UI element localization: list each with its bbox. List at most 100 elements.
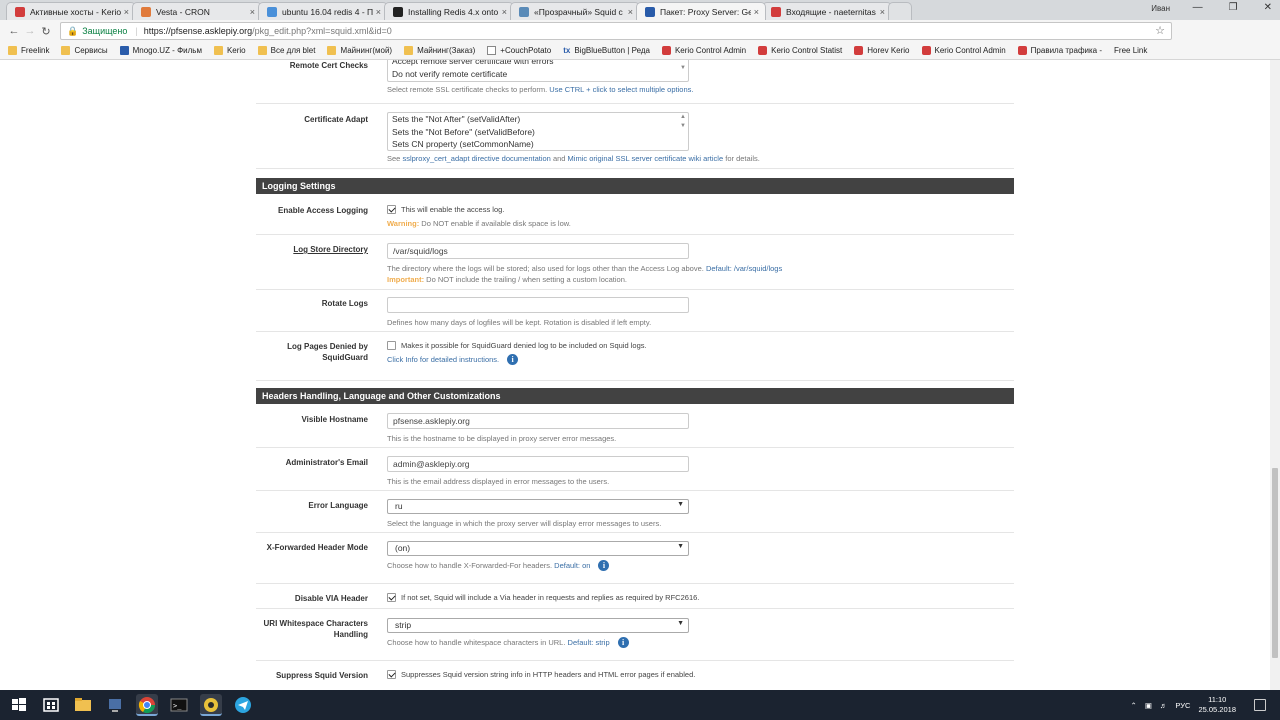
uri-default-link[interactable]: Default: strip (568, 638, 610, 647)
cert-adapt-help-mid: and (550, 154, 568, 163)
windows-start-icon[interactable] (8, 694, 30, 716)
bookmark-item[interactable]: Kerio Control Statist (758, 46, 842, 55)
tab-close-icon[interactable]: × (124, 7, 129, 17)
clock[interactable]: 11:10 25.05.2018 (1198, 695, 1236, 715)
network-icon[interactable]: ▣ (1145, 701, 1152, 710)
tab-close-icon[interactable]: × (754, 7, 759, 17)
uri-whitespace-row: URI Whitespace Characters Handling strip… (256, 609, 1014, 661)
app-icon[interactable] (104, 694, 126, 716)
tab-close-icon[interactable]: × (502, 7, 507, 17)
log-dir-input[interactable]: /var/squid/logs (387, 243, 689, 259)
listbox-option[interactable]: Do not verify remote certificate (392, 68, 684, 81)
tab-close-icon[interactable]: × (250, 7, 255, 17)
suppress-version-checkbox[interactable] (387, 670, 396, 679)
new-tab-button[interactable] (888, 2, 912, 20)
listbox-option[interactable]: Sets the "Not Before" (setValidBefore) (392, 126, 684, 139)
bookmark-label: Все для blet (270, 46, 316, 55)
error-language-help: Select the language in which the proxy s… (387, 519, 662, 528)
bookmark-item[interactable]: Майнинг(Заказ) (404, 46, 475, 55)
app-icon[interactable] (200, 694, 222, 716)
xff-default-link[interactable]: Default: on (554, 561, 590, 570)
scrollbar-thumb[interactable] (1272, 468, 1278, 658)
browser-tab[interactable]: Installing Redis 4.x onto × (384, 2, 514, 20)
bookmark-star-icon[interactable]: ☆ (1155, 24, 1165, 37)
bookmark-item[interactable]: Правила трафика - (1017, 46, 1102, 55)
bookmark-item[interactable]: Майнинг(мой) (327, 46, 392, 55)
bookmark-item[interactable]: Все для blet (257, 46, 316, 55)
browser-tab[interactable]: Активные хосты - Kerio × (6, 2, 136, 20)
bookmark-label: Freelink (21, 46, 50, 55)
tab-close-icon[interactable]: × (880, 7, 885, 17)
log-dir-row: Log Store Directory /var/squid/logs The … (256, 235, 1014, 290)
cert-adapt-wiki-link[interactable]: Mimic original SSL server certificate wi… (568, 154, 724, 163)
bookmark-item[interactable]: Kerio Control Admin (921, 46, 1006, 55)
tray-chevron-icon[interactable]: ⌃ (1131, 701, 1137, 710)
keyboard-language[interactable]: РУС (1175, 701, 1190, 710)
clock-time: 11:10 (1208, 695, 1227, 704)
browser-tab[interactable]: Vesta - CRON × (132, 2, 262, 20)
log-denied-checkbox[interactable] (387, 341, 396, 350)
bookmark-item[interactable]: Freelink (8, 46, 49, 55)
via-checkbox[interactable] (387, 593, 396, 602)
browser-tab[interactable]: Входящие - naeternitas × (762, 2, 892, 20)
remote-cert-listbox[interactable]: Accept remote server certificate with er… (387, 60, 689, 82)
page-scrollbar[interactable] (1270, 60, 1280, 690)
hostname-label: Visible Hostname (301, 415, 368, 424)
kerio-icon (1017, 46, 1027, 55)
uri-whitespace-select[interactable]: strip ▼ (387, 618, 689, 633)
browser-tab[interactable]: «Прозрачный» Squid с × (510, 2, 640, 20)
tab-close-icon[interactable]: × (628, 7, 633, 17)
cert-adapt-doc-link[interactable]: sslproxy_cert_adapt directive documentat… (402, 154, 550, 163)
listbox-scroll-icon[interactable]: ▲▼ (680, 60, 686, 73)
tab-favicon-icon (15, 6, 25, 17)
listbox-option[interactable]: Sets CN property (setCommonName) (392, 138, 684, 150)
notifications-icon[interactable] (1254, 699, 1266, 711)
file-explorer-icon[interactable] (72, 694, 94, 716)
bookmark-item[interactable]: Mnogo.UZ - Фильм (119, 46, 202, 55)
info-icon[interactable]: i (507, 354, 519, 365)
listbox-scroll-icon[interactable]: ▲▼ (680, 113, 686, 131)
profile-name[interactable]: Иван (1151, 4, 1170, 13)
bookmark-item[interactable]: Free Link (1114, 46, 1147, 55)
info-icon[interactable]: i (598, 560, 610, 571)
minimize-icon[interactable]: — (1193, 2, 1203, 13)
bookmark-item[interactable]: Сервисы (61, 46, 108, 55)
remote-cert-help-link[interactable]: Use CTRL + click to select multiple opti… (549, 85, 693, 94)
telegram-icon[interactable] (232, 694, 254, 716)
close-window-icon[interactable]: ✕ (1264, 2, 1272, 13)
bookmark-item[interactable]: Horev Kerio (854, 46, 910, 55)
maximize-icon[interactable]: ❐ (1229, 2, 1238, 13)
uri-whitespace-label: URI Whitespace Characters Handling (256, 618, 368, 640)
log-denied-help-link[interactable]: Click Info for detailed instructions. (387, 355, 499, 364)
listbox-option[interactable]: Accept remote server certificate with er… (392, 60, 684, 68)
admin-email-input[interactable]: admin@asklepiy.org (387, 456, 689, 472)
address-bar[interactable]: 🔒 Защищено | https://pfsense.asklepiy.or… (60, 22, 1172, 40)
info-icon[interactable]: i (617, 637, 629, 648)
lock-icon: 🔒 (67, 25, 79, 36)
rotate-logs-input[interactable] (387, 297, 689, 313)
enable-logging-checkbox[interactable] (387, 205, 396, 214)
bookmark-item[interactable]: tx BigBlueButton | Реда (563, 46, 650, 55)
terminal-icon[interactable]: >_ (168, 694, 190, 716)
xff-select[interactable]: (on) ▼ (387, 541, 689, 556)
tab-close-icon[interactable]: × (376, 7, 381, 17)
browser-tab[interactable]: ubuntu 16.04 redis 4 - По × (258, 2, 388, 20)
log-dir-default-link[interactable]: Default: /var/squid/logs (706, 264, 782, 273)
volume-icon[interactable]: ♬ (1160, 701, 1168, 710)
back-icon[interactable]: ← (6, 25, 22, 37)
chrome-icon[interactable] (136, 694, 158, 716)
hostname-input[interactable]: pfsense.asklepiy.org (387, 413, 689, 429)
listbox-option[interactable]: Sets the "Not After" (setValidAfter) (392, 113, 684, 126)
forward-icon[interactable]: → (22, 25, 38, 37)
bookmark-item[interactable]: +CouchPotato (487, 46, 551, 55)
reload-icon[interactable]: ↻ (38, 25, 54, 38)
bookmark-item[interactable]: Kerio Control Admin (661, 46, 746, 55)
bookmark-item[interactable]: Kerio (213, 46, 246, 55)
error-language-select[interactable]: ru ▼ (387, 499, 689, 514)
windows-taskbar: >_ ⌃ ▣ ♬ РУС 11:10 25.05.2018 (0, 690, 1280, 720)
cert-adapt-listbox[interactable]: Sets the "Not After" (setValidAfter) Sets… (387, 112, 689, 151)
browser-tab[interactable]: Пакет: Proxy Server: Gen × (636, 2, 766, 20)
store-icon[interactable] (40, 694, 62, 716)
xff-help: Choose how to handle X-Forwarded-For hea… (387, 560, 689, 571)
log-dir-label[interactable]: Log Store Directory (256, 244, 368, 255)
